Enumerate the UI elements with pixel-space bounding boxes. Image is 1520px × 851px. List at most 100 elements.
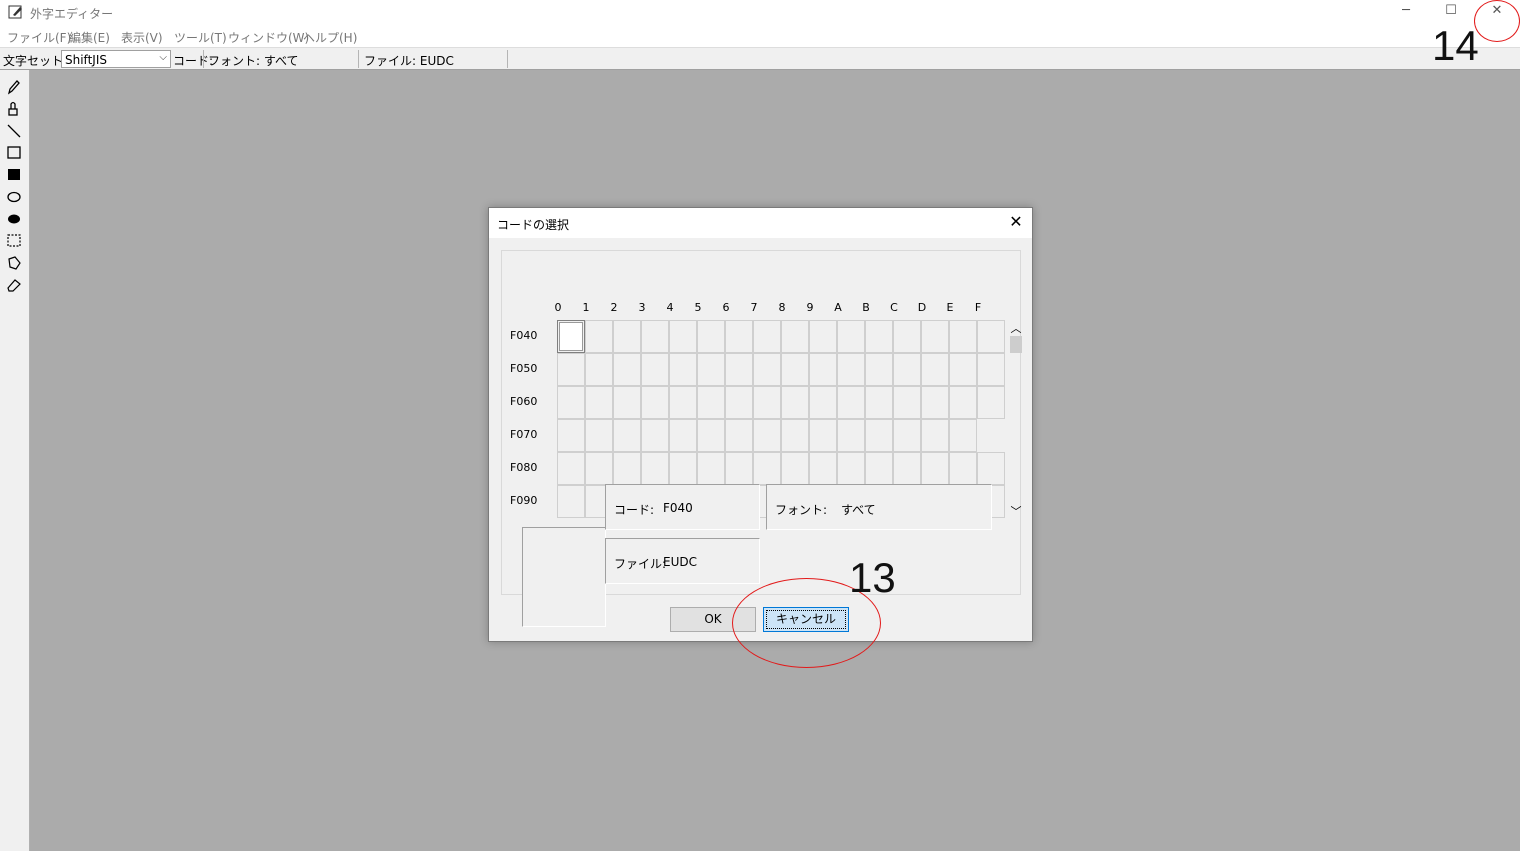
code-cell[interactable] (697, 353, 725, 386)
rectangle-icon[interactable] (3, 143, 25, 163)
scroll-down-icon[interactable]: ﹀ (1010, 503, 1022, 519)
code-cell[interactable] (865, 419, 893, 452)
code-cell[interactable] (837, 320, 865, 353)
code-cell[interactable] (697, 452, 725, 485)
code-cell[interactable] (949, 419, 977, 452)
code-cell[interactable] (977, 353, 1005, 386)
code-cell[interactable] (697, 320, 725, 353)
code-cell[interactable] (893, 320, 921, 353)
code-cell[interactable] (865, 353, 893, 386)
code-cell[interactable] (613, 386, 641, 419)
menu-help[interactable]: ヘルプ(H) (303, 29, 357, 46)
code-cell[interactable] (641, 452, 669, 485)
code-cell[interactable] (921, 320, 949, 353)
code-cell[interactable] (949, 353, 977, 386)
code-cell[interactable] (949, 386, 977, 419)
code-cell[interactable] (949, 452, 977, 485)
code-cell[interactable] (725, 452, 753, 485)
scroll-up-icon[interactable]: ︿ (1010, 320, 1022, 336)
pencil-icon[interactable] (3, 77, 25, 97)
code-cell[interactable] (893, 386, 921, 419)
code-cell[interactable] (837, 353, 865, 386)
code-cell[interactable] (865, 452, 893, 485)
code-cell[interactable] (557, 485, 585, 518)
code-cell[interactable] (753, 386, 781, 419)
code-cell[interactable] (557, 452, 585, 485)
code-cell[interactable] (585, 386, 613, 419)
code-cell[interactable] (781, 419, 809, 452)
code-cell[interactable] (557, 386, 585, 419)
filled-rectangle-icon[interactable] (3, 165, 25, 185)
brush-icon[interactable] (3, 99, 25, 119)
code-cell[interactable] (837, 452, 865, 485)
code-cell[interactable] (781, 452, 809, 485)
code-cell[interactable] (753, 419, 781, 452)
code-cell[interactable] (613, 419, 641, 452)
code-cell[interactable] (613, 452, 641, 485)
code-cell[interactable] (697, 386, 725, 419)
code-cell[interactable] (809, 452, 837, 485)
code-cell[interactable] (781, 386, 809, 419)
code-cell[interactable] (921, 419, 949, 452)
code-cell[interactable] (977, 386, 1005, 419)
code-cell[interactable] (893, 452, 921, 485)
menu-view[interactable]: 表示(V) (121, 29, 163, 46)
code-cell[interactable] (977, 452, 1005, 485)
dialog-close-button[interactable]: ✕ (1006, 212, 1026, 232)
scroll-thumb[interactable] (1010, 336, 1022, 353)
code-cell[interactable] (557, 419, 585, 452)
rectangular-select-icon[interactable] (3, 231, 25, 251)
code-cell[interactable] (753, 320, 781, 353)
code-cell[interactable] (753, 452, 781, 485)
code-cell[interactable] (725, 386, 753, 419)
menu-window[interactable]: ウィンドウ(W) (228, 29, 309, 46)
code-cell[interactable] (725, 353, 753, 386)
code-cell[interactable] (725, 320, 753, 353)
code-cell[interactable] (865, 320, 893, 353)
maximize-button[interactable]: ☐ (1428, 0, 1474, 24)
code-cell[interactable] (837, 419, 865, 452)
minimize-button[interactable]: ─ (1383, 0, 1429, 24)
code-cell[interactable] (921, 353, 949, 386)
code-cell[interactable] (921, 386, 949, 419)
code-cell-selected[interactable] (557, 320, 585, 353)
code-cell[interactable] (893, 353, 921, 386)
code-cell[interactable] (977, 320, 1005, 353)
code-cell[interactable] (809, 353, 837, 386)
code-cell[interactable] (781, 353, 809, 386)
filled-ellipse-icon[interactable] (3, 209, 25, 229)
code-cell[interactable] (669, 386, 697, 419)
code-cell[interactable] (585, 452, 613, 485)
freeform-select-icon[interactable] (3, 253, 25, 273)
code-cell[interactable] (669, 320, 697, 353)
menu-file[interactable]: ファイル(F) (7, 29, 71, 46)
code-cell[interactable] (669, 419, 697, 452)
code-cell[interactable] (557, 353, 585, 386)
code-cell[interactable] (669, 452, 697, 485)
code-cell[interactable] (585, 353, 613, 386)
code-cell[interactable] (781, 320, 809, 353)
menu-edit[interactable]: 編集(E) (69, 29, 110, 46)
code-cell[interactable] (893, 419, 921, 452)
eraser-icon[interactable] (3, 275, 25, 295)
code-cell[interactable] (809, 386, 837, 419)
ellipse-icon[interactable] (3, 187, 25, 207)
code-cell[interactable] (641, 386, 669, 419)
code-cell[interactable] (921, 452, 949, 485)
code-cell[interactable] (641, 320, 669, 353)
code-cell[interactable] (613, 320, 641, 353)
code-cell[interactable] (585, 320, 613, 353)
code-cell[interactable] (585, 419, 613, 452)
code-cell[interactable] (725, 419, 753, 452)
code-cell[interactable] (837, 386, 865, 419)
code-cell[interactable] (669, 353, 697, 386)
code-cell[interactable] (865, 386, 893, 419)
code-cell[interactable] (949, 320, 977, 353)
code-cell[interactable] (809, 419, 837, 452)
line-icon[interactable] (3, 121, 25, 141)
code-cell[interactable] (613, 353, 641, 386)
code-cell[interactable] (809, 320, 837, 353)
charset-select[interactable]: ShiftJIS ⌵ (61, 50, 171, 68)
menu-tools[interactable]: ツール(T) (174, 29, 227, 46)
code-cell[interactable] (697, 419, 725, 452)
